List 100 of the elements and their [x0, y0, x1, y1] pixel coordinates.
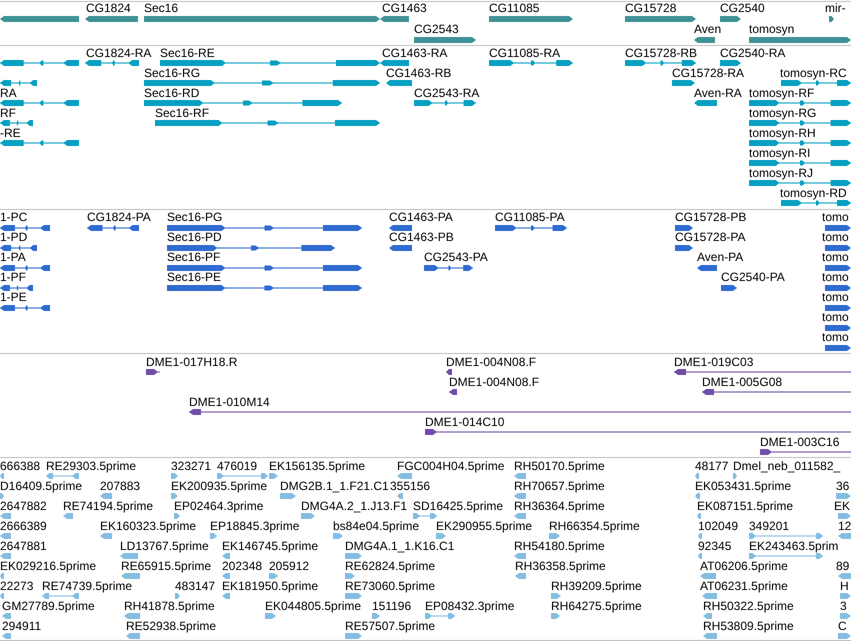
feature-label: 1-PA: [0, 250, 26, 264]
feature-label: EK: [834, 499, 850, 513]
feature-label: Aven-PA: [697, 250, 744, 264]
feature-label: 89: [836, 559, 850, 573]
feature-label: DME1-003C16: [760, 435, 840, 449]
feature-label: RH36358.5prime: [515, 559, 606, 573]
feature-label: -RE: [0, 126, 21, 140]
feature-label: 1-PF: [0, 270, 26, 284]
feature-label: CG2540: [720, 1, 765, 15]
feature-label: CG15728: [625, 1, 676, 15]
feature-label: EK290955.5prime: [436, 519, 532, 533]
feature-label: Sec16-RD: [144, 86, 200, 100]
feature-label: RH66354.5prime: [549, 519, 640, 533]
feature-label: DMG2B.1_1.F21.C1: [280, 479, 389, 493]
feature-label: 48177: [695, 459, 728, 473]
feature-label: CG15728-RB: [625, 46, 698, 60]
feature-label: 12: [838, 519, 851, 533]
feature-label: 323271: [171, 459, 212, 473]
feature-label: CG11085-RA: [489, 46, 560, 60]
feature-label: CG1824-PA: [87, 210, 151, 224]
feature-label: CG11085: [489, 1, 540, 15]
feature-label: 666388: [0, 459, 40, 473]
feature-label: DME1-017H18.R: [146, 355, 238, 369]
feature-label: DME1-014C10: [425, 415, 504, 429]
feature-label: Sec16: [144, 1, 178, 15]
feature-label: H: [840, 579, 849, 593]
feature-label: 2647882: [0, 499, 47, 513]
feature-label: CG1463-PB: [389, 230, 454, 244]
feature-label: EK087151.5prime: [697, 499, 794, 513]
feature-label: RE29303.5prime: [46, 459, 136, 473]
feature-label: RE74739.5prime: [42, 579, 132, 593]
feature-label: EP02464.3prime: [174, 499, 264, 513]
feature-label: CG2540-RA: [720, 46, 786, 60]
feature-label: 36: [836, 479, 850, 493]
feature-label: C: [838, 619, 847, 633]
feature-label: DME1-005G08: [702, 375, 782, 389]
feature-label: tomo: [822, 250, 849, 264]
feature-label: Aven: [694, 22, 722, 36]
feature-label: EK181950.5prime: [222, 579, 318, 593]
feature-label: tomosyn-RF: [749, 86, 814, 100]
feature-label: RH50322.5prime: [703, 599, 794, 613]
feature-label: RH41878.5prime: [124, 599, 215, 613]
feature-label: 22273: [0, 579, 34, 593]
feature-label: RE62824.5prime: [345, 559, 436, 573]
feature-label: EK053431.5prime: [695, 479, 792, 493]
feature-label: tomo: [822, 330, 849, 344]
feature-label: 2666389: [0, 519, 47, 533]
feature-label: EP08432.3prime: [425, 599, 514, 613]
feature-label: tomo: [822, 230, 849, 244]
feature-label: EP18845.3prime: [210, 519, 300, 533]
feature-label: DME1-004N08.F: [449, 375, 540, 389]
feature-label: RE74194.5prime: [63, 499, 154, 513]
feature-label: RE73060.5prime: [345, 579, 436, 593]
feature-label: tomosyn-RI: [749, 146, 810, 160]
feature-label: 476019: [217, 459, 258, 473]
feature-label: 92345: [698, 539, 732, 553]
feature-label: RE57507.5prime: [345, 619, 436, 633]
feature-label: EK044805.5prime: [265, 599, 362, 613]
feature-label: Aven-RA: [694, 86, 742, 100]
feature-label: RH39209.5prime: [551, 579, 642, 593]
feature-label: 294911: [2, 619, 42, 633]
feature-label: FGC004H04.5prime: [397, 459, 504, 473]
feature-label: bs84e04.5prime: [333, 519, 420, 533]
feature-label: 205912: [269, 559, 310, 573]
feature-label: tomo: [822, 310, 849, 324]
feature-label: Sec16-RG: [144, 66, 200, 80]
feature-label: 483147: [175, 579, 216, 593]
feature-label: CG1463-PA: [389, 210, 453, 224]
feature-label: Sec16-PG: [167, 210, 222, 224]
feature-label: Sec16-PD: [167, 230, 222, 244]
feature-label: CG15728-RA: [672, 66, 744, 80]
feature-label: Sec16-PE: [167, 270, 222, 284]
feature-label: 102049: [698, 519, 738, 533]
feature-label: CG1463: [382, 1, 427, 15]
feature-label: CG15728-PA: [675, 230, 746, 244]
feature-label: CG11085-PA: [495, 210, 565, 224]
feature-label: 1-PE: [0, 290, 27, 304]
feature-label: EK243463.5prim: [749, 539, 838, 553]
feature-label: tomosyn-RG: [749, 106, 816, 120]
feature-label: CG1824: [86, 1, 131, 15]
feature-label: Sec16-PF: [167, 250, 220, 264]
feature-label: RH50170.5prime: [514, 459, 605, 473]
feature-label: Sec16-RE: [160, 46, 215, 60]
feature-label: 202348: [222, 559, 262, 573]
feature-label: mir-: [825, 1, 846, 15]
feature-label: DMG4A.1_1.K16.C1: [345, 539, 454, 553]
feature-label: 355156: [390, 479, 430, 493]
feature-label: 1-PD: [0, 230, 28, 244]
feature-label: RE52938.5prime: [126, 619, 216, 633]
feature-label: Sec16-RF: [155, 106, 210, 120]
feature-label: RH36364.5prime: [514, 499, 605, 513]
feature-label: CG1824-RA: [86, 46, 152, 60]
feature-label: RA: [0, 86, 17, 100]
feature-label: tomosyn-RJ: [749, 166, 814, 180]
feature-label: GM27789.5prime: [2, 599, 95, 613]
feature-label: DME1-004N08.F: [446, 355, 536, 369]
feature-label: CG1463-RA: [382, 46, 448, 60]
feature-label: 349201: [749, 519, 790, 533]
feature-label: EK160323.5prime: [100, 519, 196, 533]
feature-label: tomo: [822, 210, 849, 224]
